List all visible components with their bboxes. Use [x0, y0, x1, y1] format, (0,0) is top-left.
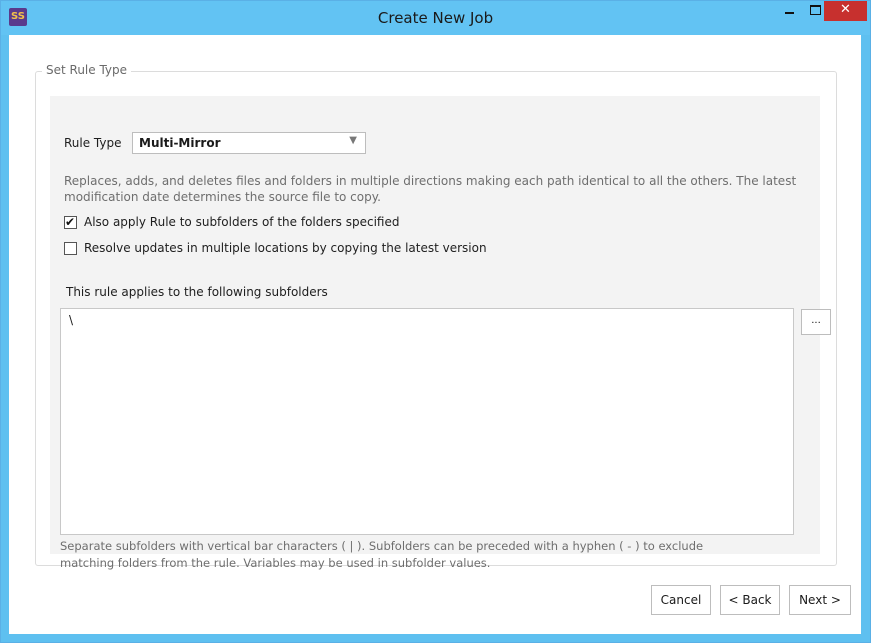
rule-settings-panel: Rule Type Multi-Mirror ▼ Replaces, adds,… [50, 96, 831, 570]
apply-subfolders-checkbox[interactable]: ✔ [64, 215, 77, 229]
back-button[interactable]: < Back [720, 585, 780, 615]
set-rule-type-group: Set Rule Type Rule Type Multi-Mirror ▼ R… [35, 63, 837, 570]
window-title: Create New Job [377, 9, 494, 27]
rule-type-select[interactable]: Multi-Mirror ▼ [132, 132, 366, 154]
rule-type-selected-value: Multi-Mirror [139, 136, 221, 150]
subfolders-hint-line2: matching folders from the rule. Variable… [60, 556, 491, 570]
close-icon: ✕ [840, 2, 851, 17]
resolve-updates-checkbox[interactable] [64, 242, 77, 255]
rule-description-line1: Replaces, adds, and deletes files and fo… [64, 174, 797, 188]
apply-subfolders-label[interactable]: Also apply Rule to subfolders of the fol… [84, 215, 400, 229]
dialog-content: Set Rule Type Rule Type Multi-Mirror ▼ R… [9, 35, 861, 634]
browse-subfolders-button[interactable]: ... [801, 309, 831, 335]
minimize-button[interactable] [776, 1, 802, 21]
rule-type-label: Rule Type [64, 136, 122, 150]
minimize-icon [784, 11, 794, 14]
subfolders-hint-line1: Separate subfolders with vertical bar ch… [60, 539, 704, 553]
maximize-icon [809, 4, 821, 15]
group-legend: Set Rule Type [42, 63, 132, 77]
close-button[interactable]: ✕ [824, 1, 867, 21]
checkmark-icon: ✔ [65, 215, 76, 229]
subfolders-value: \ [69, 313, 74, 327]
subfolders-textarea[interactable]: \ [60, 308, 794, 535]
create-new-job-window: SS Create New Job ✕ Set Rule Type Rule T… [0, 0, 871, 643]
resolve-updates-label[interactable]: Resolve updates in multiple locations by… [84, 241, 487, 255]
title-bar[interactable]: SS Create New Job ✕ [1, 1, 870, 35]
cancel-button[interactable]: Cancel [651, 585, 711, 615]
chevron-down-icon: ▼ [349, 135, 357, 146]
next-button[interactable]: Next > [789, 585, 851, 615]
rule-description-line2: modification date determines the source … [64, 190, 381, 204]
subfolders-heading: This rule applies to the following subfo… [66, 285, 328, 299]
